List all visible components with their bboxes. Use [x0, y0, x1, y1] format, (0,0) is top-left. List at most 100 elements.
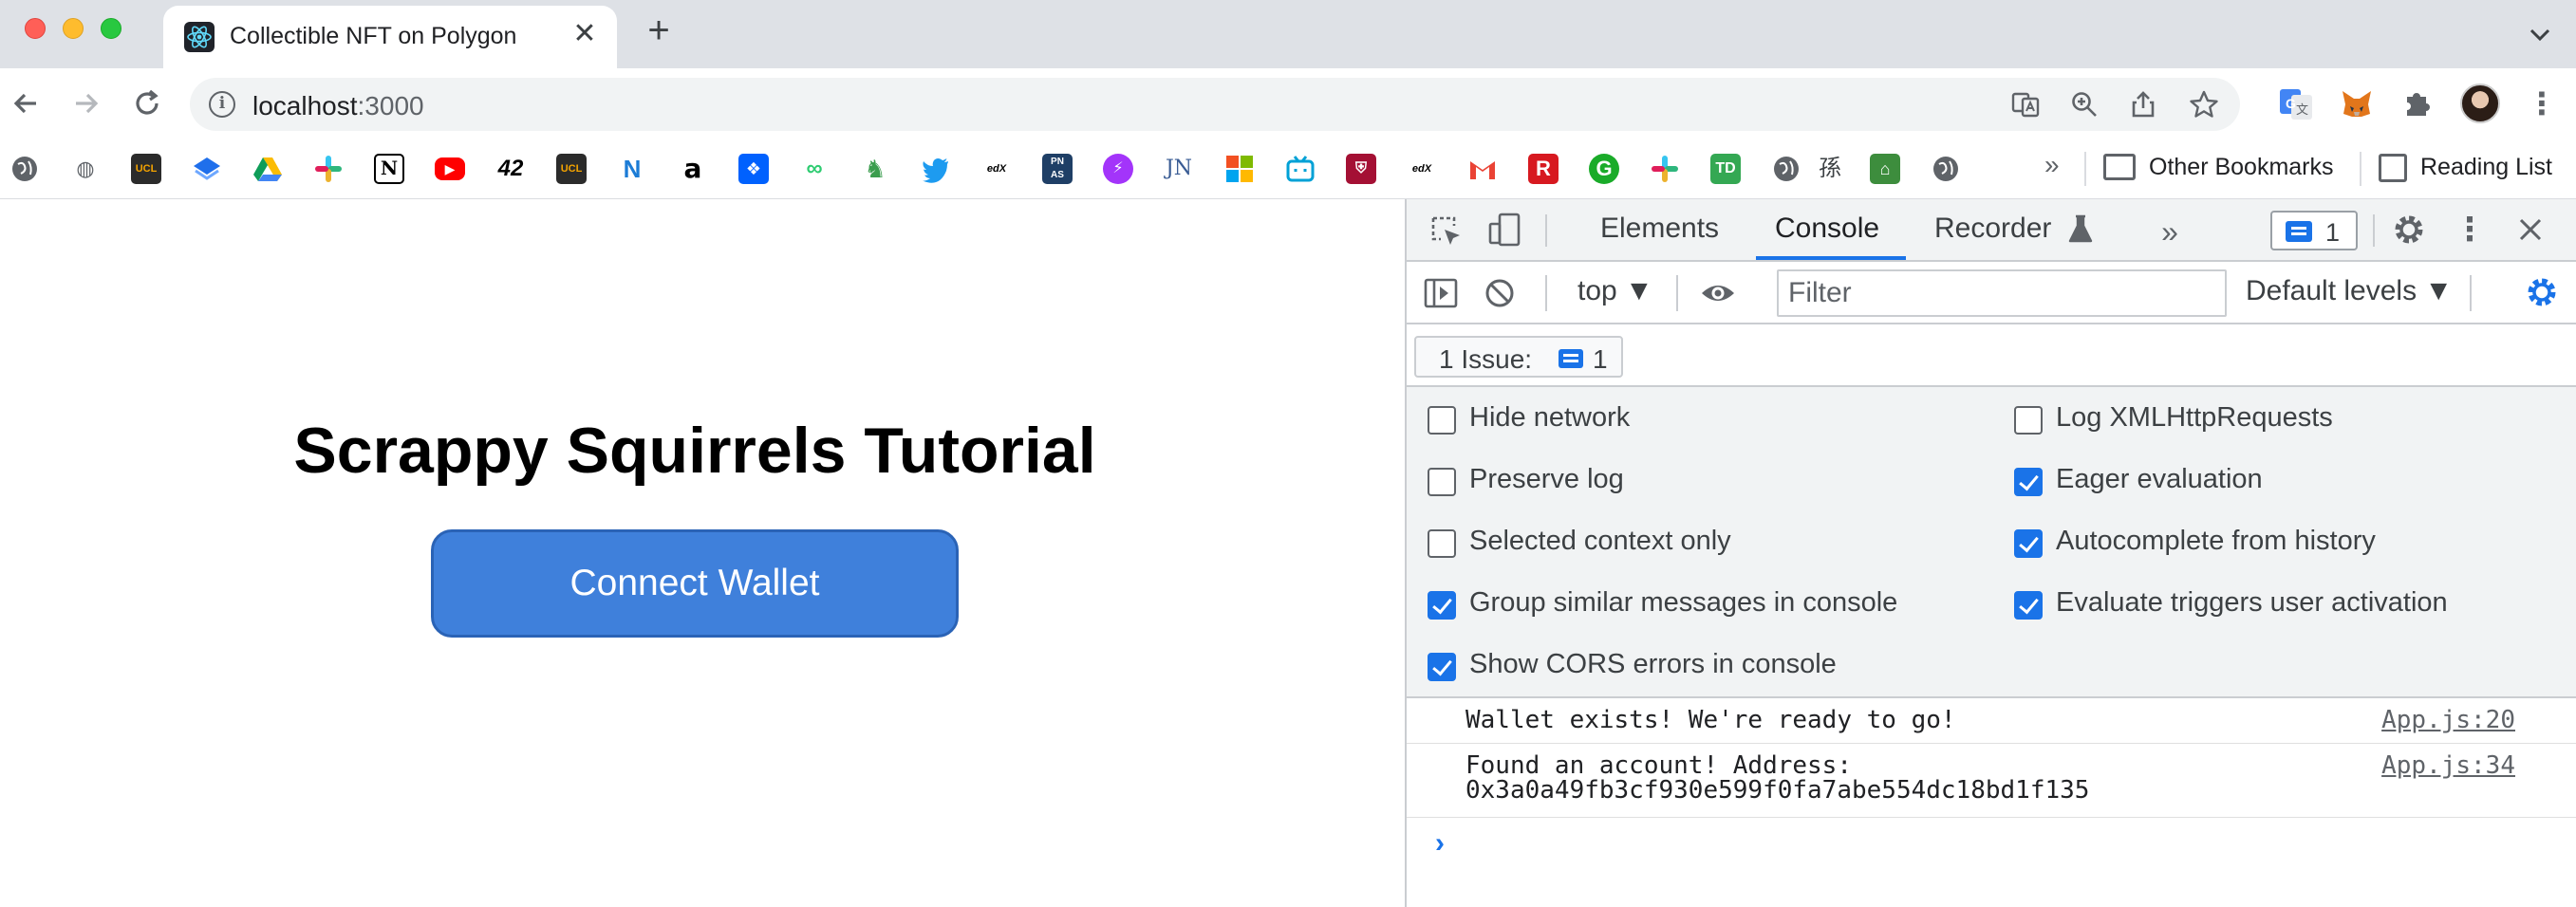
chinese-char-bookmark-icon[interactable]: 孫	[1815, 154, 1845, 184]
twitter-icon[interactable]	[921, 154, 951, 184]
browser-tab[interactable]: Collectible NFT on Polygon ✕	[163, 6, 617, 68]
42-bookmark-icon[interactable]: 42	[495, 154, 526, 184]
grammarly-icon[interactable]: G	[1589, 154, 1619, 184]
translate-icon[interactable]	[2010, 89, 2041, 120]
svg-text:G: G	[2286, 96, 2296, 111]
browser-toolbar: i localhost:3000 G文 ⋮	[0, 68, 2576, 139]
r-bookmark-icon[interactable]: R	[1528, 154, 1559, 184]
devtools-menu-icon[interactable]: ⋮	[2451, 211, 2489, 249]
zoom-window-button[interactable]	[101, 18, 121, 39]
edx-bookmark-icon[interactable]: edX	[1407, 154, 1437, 184]
source-link[interactable]: App.js:34	[2381, 751, 2515, 780]
google-drive-icon[interactable]	[252, 154, 283, 184]
close-devtools-icon[interactable]	[2511, 211, 2549, 249]
devtools-tabbar: Elements Console Recorder » 1 ⋮	[1407, 199, 2576, 262]
ucl-bookmark-icon[interactable]: UCL	[131, 154, 161, 184]
nyu-bookmark-icon[interactable]: edX	[981, 154, 1012, 184]
tab-strip: Collectible NFT on Polygon ✕ +	[0, 0, 2576, 68]
console-settings-gear-icon[interactable]	[2523, 273, 2561, 311]
nexus-bookmark-icon[interactable]: N	[617, 154, 647, 184]
bookmark-separator-2	[2360, 152, 2361, 186]
globe-bookmark-icon-2[interactable]	[1771, 154, 1801, 184]
source-link[interactable]: App.js:20	[2381, 706, 2515, 734]
td-bank-icon[interactable]: TD	[1710, 154, 1741, 184]
gmail-icon[interactable]	[1467, 154, 1498, 184]
issue-count: 1	[2325, 218, 2341, 247]
checkbox-checked[interactable]	[2014, 591, 2043, 620]
log-levels-dropdown[interactable]: Default levels ▼	[2246, 275, 2453, 307]
layers-bookmark-icon[interactable]	[192, 154, 222, 184]
tab-recorder[interactable]: Recorder	[1934, 213, 2051, 245]
console-message-text: Wallet exists! We're ready to go!	[1465, 706, 1956, 734]
metamask-fox-icon[interactable]	[2339, 85, 2375, 121]
more-bookmarks-chevron-icon[interactable]: »	[2044, 150, 2060, 180]
address-bar[interactable]: i localhost:3000	[190, 78, 2240, 131]
amazon-icon[interactable]: a	[678, 154, 708, 184]
message-icon-2	[1559, 349, 1583, 368]
context-selector[interactable]: top ▼	[1577, 275, 1653, 307]
clear-console-icon[interactable]	[1481, 274, 1519, 312]
tab-console[interactable]: Console	[1775, 213, 1879, 245]
bilibili-icon[interactable]	[1285, 154, 1316, 184]
extensions-puzzle-icon[interactable]	[2399, 85, 2436, 121]
checkbox-checked[interactable]	[1428, 591, 1456, 620]
reading-list-button[interactable]: Reading List	[2420, 154, 2552, 181]
sidebar-toggle-icon[interactable]	[1422, 274, 1460, 312]
ucl-bookmark-icon-2[interactable]: UCL	[556, 154, 587, 184]
tab-close-icon[interactable]: ✕	[569, 19, 600, 49]
microsoft-icon[interactable]	[1224, 154, 1255, 184]
zoom-icon[interactable]	[2069, 89, 2100, 120]
world-bookmark-icon[interactable]: ◍	[70, 154, 101, 184]
pnas-icon[interactable]: PN AS	[1042, 154, 1073, 184]
globe-bookmark-icon-3[interactable]	[1931, 154, 1961, 184]
url-text[interactable]: localhost:3000	[252, 91, 424, 121]
issues-link-button[interactable]: 1 Issue: 1	[1414, 336, 1623, 378]
active-tab-indicator	[1756, 256, 1906, 260]
messenger-icon[interactable]: ⚡	[1103, 154, 1133, 184]
device-toolbar-icon[interactable]	[1486, 211, 1524, 249]
family-bookmark-icon[interactable]: ⌂	[1870, 154, 1900, 184]
slack-icon-2[interactable]	[1650, 154, 1680, 184]
site-info-icon[interactable]: i	[209, 91, 235, 118]
back-arrow-icon[interactable]	[8, 85, 44, 121]
google-translate-extension-icon[interactable]: G文	[2278, 85, 2314, 121]
other-bookmarks-button[interactable]: Other Bookmarks	[2149, 154, 2334, 181]
console-prompt-chevron-icon[interactable]: ›	[1435, 827, 1445, 860]
settings-gear-icon[interactable]	[2390, 211, 2428, 249]
checkbox-checked[interactable]	[2014, 529, 2043, 558]
slack-icon[interactable]	[313, 154, 344, 184]
bookmark-star-icon[interactable]	[2189, 89, 2219, 120]
infinity-bookmark-icon[interactable]: ∞	[799, 154, 830, 184]
live-expression-eye-icon[interactable]	[1699, 274, 1737, 312]
profile-avatar[interactable]	[2460, 83, 2500, 123]
share-icon[interactable]	[2128, 89, 2158, 120]
globe-bookmark-icon[interactable]	[9, 154, 40, 184]
inspect-element-icon[interactable]	[1428, 213, 1465, 250]
issues-counter-button[interactable]: 1	[2270, 211, 2358, 250]
owl-bookmark-icon[interactable]: ♞	[860, 154, 890, 184]
checkbox-checked[interactable]	[2014, 468, 2043, 496]
checkbox[interactable]	[2014, 406, 2043, 435]
harvard-shield-icon[interactable]: ⛨	[1346, 154, 1376, 184]
tab-elements[interactable]: Elements	[1600, 213, 1719, 245]
console-message: Found an account! Address: 0x3a0a49fb3cf…	[1407, 744, 2576, 818]
new-tab-button[interactable]: +	[642, 11, 676, 49]
checkbox-checked[interactable]	[1428, 653, 1456, 681]
minimize-window-button[interactable]	[63, 18, 84, 39]
more-tabs-chevron-icon[interactable]: »	[2151, 213, 2189, 250]
notion-icon[interactable]: N	[374, 154, 404, 184]
dropbox-icon[interactable]: ❖	[738, 154, 769, 184]
reload-icon[interactable]	[129, 85, 165, 121]
youtube-icon[interactable]: ▶	[435, 157, 465, 180]
issues-row: 1 Issue: 1	[1407, 324, 2576, 387]
connect-wallet-button[interactable]: Connect Wallet	[431, 529, 959, 638]
close-window-button[interactable]	[25, 18, 46, 39]
forward-arrow-icon[interactable]	[68, 85, 104, 121]
checkbox[interactable]	[1428, 529, 1456, 558]
jn-bookmark-icon[interactable]: JN	[1164, 154, 1194, 184]
checkbox[interactable]	[1428, 468, 1456, 496]
browser-menu-icon[interactable]: ⋮	[2527, 85, 2557, 121]
checkbox[interactable]	[1428, 406, 1456, 435]
filter-input[interactable]	[1779, 271, 2225, 315]
tab-search-icon[interactable]	[2525, 19, 2555, 49]
